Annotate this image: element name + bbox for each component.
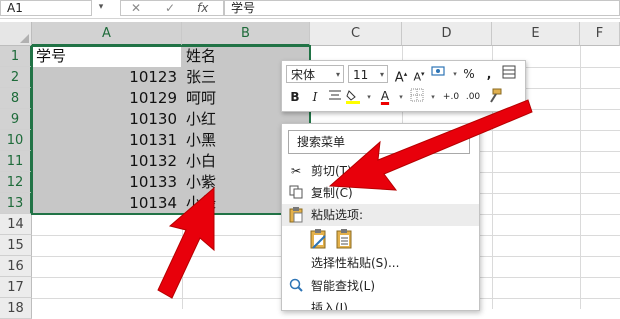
formula-bar: A1 ▾ ✕ ✓ fx 学号 [0, 0, 620, 19]
scissors-icon: ✂ [290, 164, 302, 178]
percent-style-icon[interactable]: % [460, 65, 478, 83]
menu-section-paste-options: 粘贴选项: [282, 204, 479, 226]
cell-a1[interactable]: 学号 [33, 46, 181, 67]
menu-item-cut[interactable]: ✂ 剪切(T) [282, 160, 479, 182]
cell-a[interactable]: 10129 [33, 88, 181, 109]
row-header[interactable]: 2 [0, 67, 32, 88]
menu-item-label: 复制(C) [311, 186, 353, 200]
italic-icon[interactable]: I [306, 88, 324, 106]
paste-icon [288, 207, 304, 223]
menu-item-label: 剪切(T) [311, 164, 352, 178]
cell-a[interactable]: 10132 [33, 151, 181, 172]
cell-a[interactable]: 10134 [33, 193, 181, 214]
cell-a[interactable]: 10133 [33, 172, 181, 193]
name-box-dropdown-icon[interactable]: ▾ [96, 0, 106, 16]
column-header-c[interactable]: C [310, 22, 402, 46]
chevron-down-icon: ▾ [379, 70, 384, 79]
font-name-value: 宋体 [291, 68, 316, 82]
row-header[interactable]: 8 [0, 88, 32, 109]
enter-icon[interactable]: ✓ [165, 1, 175, 15]
row-header[interactable]: 15 [0, 235, 32, 256]
formula-buttons: ✕ ✓ fx [120, 0, 224, 16]
copy-icon [288, 185, 304, 201]
format-painter-icon[interactable] [486, 88, 504, 106]
row-header[interactable]: 17 [0, 277, 32, 298]
font-size-dropdown[interactable]: 11 ▾ [348, 65, 388, 83]
row-header[interactable]: 1 [0, 46, 32, 67]
row-header[interactable]: 16 [0, 256, 32, 277]
insert-function-icon[interactable]: fx [197, 1, 208, 15]
column-header-f[interactable]: F [580, 22, 620, 46]
shrink-font-letter: A [413, 70, 421, 84]
chevron-down-icon: ▾ [335, 70, 340, 79]
format-table-icon[interactable] [500, 65, 518, 83]
cell-a[interactable]: 10131 [33, 130, 181, 151]
mini-toolbar: 宋体 ▾ 11 ▾ A▴ A▾ ▾ % , B I ▾ A ▾ ▾ +.0 .0… [281, 60, 526, 112]
context-menu: 搜索菜单 ✂ 剪切(T) 复制(C) 粘贴选项: 选择性粘贴(S)... 智能查… [281, 123, 480, 311]
smart-lookup-icon [288, 278, 304, 294]
grow-font-letter: A [394, 70, 404, 86]
search-menu-input[interactable]: 搜索菜单 [288, 130, 470, 154]
bold-icon[interactable]: B [286, 88, 304, 106]
font-size-value: 11 [353, 68, 369, 82]
font-name-dropdown[interactable]: 宋体 ▾ [286, 65, 344, 83]
formula-input[interactable]: 学号 [224, 0, 620, 16]
select-all-corner[interactable] [0, 22, 32, 46]
column-header-e[interactable]: E [492, 22, 580, 46]
column-header-a[interactable]: A [32, 22, 182, 46]
comma-style-icon[interactable]: , [480, 65, 498, 83]
menu-item-label: 插入(I)... [311, 301, 360, 310]
row-header[interactable]: 14 [0, 214, 32, 235]
cell-a[interactable]: 10123 [33, 67, 181, 88]
increase-font-size-icon[interactable]: A▴ [392, 65, 410, 86]
menu-item-copy[interactable]: 复制(C) [282, 182, 479, 204]
column-header-d[interactable]: D [402, 22, 492, 46]
menu-item-paste-special[interactable]: 选择性粘贴(S)... [282, 252, 479, 274]
increase-decimal-icon[interactable]: +.0 [440, 88, 462, 106]
row-header[interactable]: 12 [0, 172, 32, 193]
cell-a[interactable]: 10130 [33, 109, 181, 130]
decrease-font-size-icon[interactable]: A▾ [410, 65, 428, 84]
select-all-triangle-icon [20, 34, 29, 43]
row-header[interactable]: 13 [0, 193, 32, 214]
align-center-icon[interactable] [326, 88, 344, 106]
column-header-b[interactable]: B [182, 22, 310, 46]
row-header[interactable]: 11 [0, 151, 32, 172]
decrease-decimal-icon[interactable]: .00 [462, 88, 484, 106]
paste-values-icon[interactable] [335, 228, 355, 250]
menu-item-label: 智能查找(L) [311, 279, 376, 293]
menu-section-label: 粘贴选项: [311, 208, 364, 222]
menu-item-smart-lookup[interactable]: 智能查找(L) [282, 275, 479, 297]
paste-option-icon[interactable] [309, 228, 329, 250]
row-header[interactable]: 9 [0, 109, 32, 130]
gridline [580, 46, 581, 309]
menu-item-insert[interactable]: 插入(I)... [282, 297, 479, 310]
cancel-icon[interactable]: ✕ [131, 1, 141, 15]
name-box[interactable]: A1 [0, 0, 92, 16]
menu-item-label: 选择性粘贴(S)... [311, 256, 400, 270]
row-header[interactable]: 10 [0, 130, 32, 151]
